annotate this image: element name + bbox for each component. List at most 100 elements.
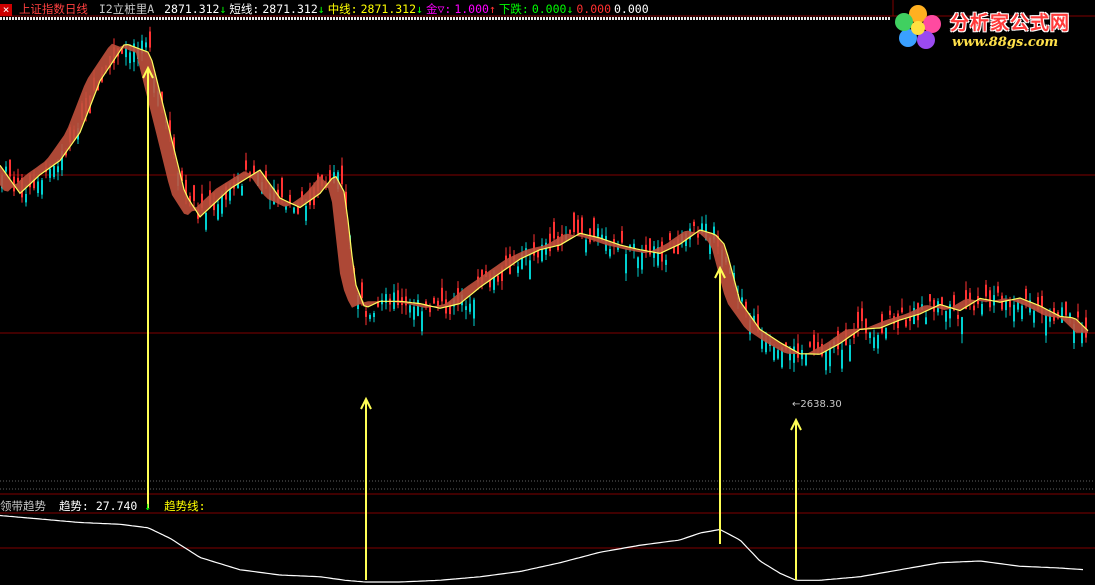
top-marker	[120, 17, 122, 20]
candle-body	[1061, 307, 1063, 323]
top-marker	[747, 17, 749, 20]
top-marker	[402, 17, 404, 20]
candle-body	[1021, 305, 1023, 319]
top-marker	[75, 17, 77, 20]
top-marker	[282, 17, 284, 20]
candle-body	[805, 353, 807, 366]
top-marker	[570, 17, 572, 20]
top-marker	[360, 17, 362, 20]
top-marker	[612, 17, 614, 20]
candle-body	[637, 257, 639, 269]
top-marker	[543, 17, 545, 20]
top-marker	[885, 17, 887, 20]
top-marker	[45, 17, 47, 20]
top-marker	[156, 17, 158, 20]
candle-body	[841, 349, 843, 369]
top-marker	[189, 17, 191, 20]
top-marker	[372, 17, 374, 20]
top-marker	[225, 17, 227, 20]
top-marker	[735, 17, 737, 20]
top-marker	[684, 17, 686, 20]
top-marker	[807, 17, 809, 20]
top-marker	[798, 17, 800, 20]
candle-body	[193, 185, 195, 201]
candle-body	[801, 350, 803, 360]
header-item: 2871.312	[164, 2, 220, 16]
top-marker	[384, 17, 386, 20]
candle-body	[865, 319, 867, 334]
top-marker	[261, 17, 263, 20]
candle-body	[413, 306, 415, 320]
close-icon[interactable]: ×	[0, 3, 12, 16]
top-marker	[702, 17, 704, 20]
top-marker	[597, 17, 599, 20]
top-marker	[366, 17, 368, 20]
candle-body	[933, 299, 935, 312]
top-marker	[87, 17, 89, 20]
candle-body	[53, 166, 55, 178]
candle-body	[901, 307, 903, 313]
candle-body	[1005, 300, 1007, 311]
top-marker	[519, 17, 521, 20]
top-marker	[267, 17, 269, 20]
top-marker	[375, 17, 377, 20]
top-marker	[345, 17, 347, 20]
top-marker	[318, 17, 320, 20]
top-marker	[750, 17, 752, 20]
top-marker	[705, 17, 707, 20]
candle-body	[945, 310, 947, 322]
top-marker	[363, 17, 365, 20]
top-marker	[624, 17, 626, 20]
top-marker	[474, 17, 476, 20]
top-marker	[846, 17, 848, 20]
candle-body	[149, 31, 151, 48]
candle-body	[241, 186, 243, 196]
top-marker	[12, 17, 14, 20]
candle-body	[889, 310, 891, 315]
top-marker	[540, 17, 542, 20]
top-marker	[663, 17, 665, 20]
top-marker	[513, 17, 515, 20]
top-marker	[258, 17, 260, 20]
top-marker	[339, 17, 341, 20]
candle-body	[1013, 304, 1015, 322]
site-logo[interactable]: 分析家公式网 www.88gs.com	[894, 2, 1094, 52]
candle-body	[37, 181, 39, 193]
candle-body	[305, 206, 307, 221]
top-marker	[84, 17, 86, 20]
top-marker	[279, 17, 281, 20]
top-marker	[324, 17, 326, 20]
candle-body	[593, 218, 595, 238]
top-marker	[264, 17, 266, 20]
top-marker	[579, 17, 581, 20]
top-marker	[276, 17, 278, 20]
chart-header: × 上证指数日线 I2立桩里A 2871.312↓ 短线: 2871.312↓ 中线:…	[0, 1, 649, 17]
top-marker	[786, 17, 788, 20]
candle-body	[289, 194, 291, 203]
candle-body	[625, 254, 627, 274]
top-marker	[405, 17, 407, 20]
trend-line-series	[0, 514, 1084, 583]
top-marker	[834, 17, 836, 20]
top-marker	[6, 17, 8, 20]
top-marker	[675, 17, 677, 20]
top-marker	[837, 17, 839, 20]
top-marker	[408, 17, 410, 20]
top-marker	[618, 17, 620, 20]
top-marker	[39, 17, 41, 20]
top-marker	[102, 17, 104, 20]
top-marker	[678, 17, 680, 20]
top-marker	[765, 17, 767, 20]
candle-body	[797, 343, 799, 358]
candle-body	[469, 303, 471, 312]
top-marker	[531, 17, 533, 20]
candle-body	[341, 165, 343, 185]
top-marker	[606, 17, 608, 20]
top-marker	[654, 17, 656, 20]
top-marker	[207, 17, 209, 20]
top-marker	[159, 17, 161, 20]
candle-body	[465, 306, 467, 310]
top-marker	[72, 17, 74, 20]
candle-body	[145, 42, 147, 48]
candle-body	[433, 297, 435, 304]
